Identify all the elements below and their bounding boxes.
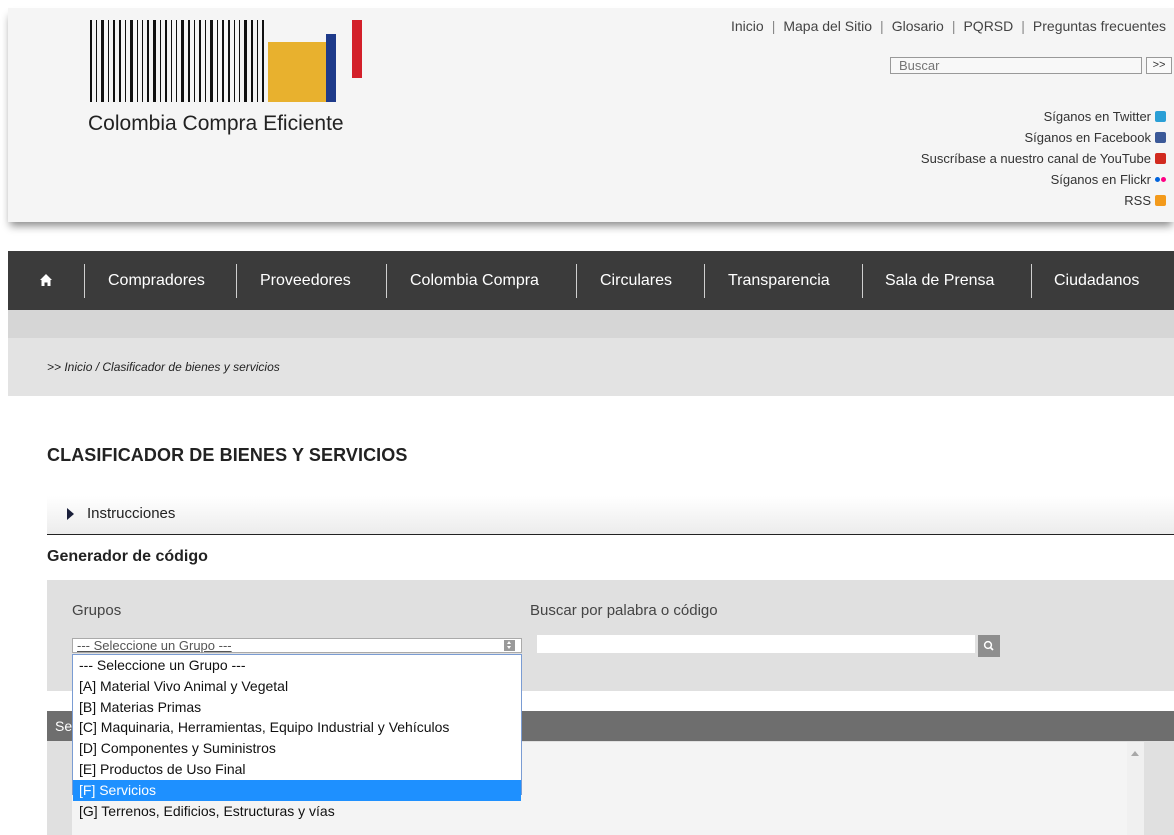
- nav-separator: [1031, 264, 1032, 298]
- logo-barcode: [90, 20, 362, 102]
- instructions-toggle[interactable]: Instrucciones: [47, 496, 1174, 535]
- group-option[interactable]: [A] Material Vivo Animal y Vegetal: [73, 676, 521, 697]
- nav-item-transparencia[interactable]: Transparencia: [728, 251, 830, 310]
- top-link-preguntas[interactable]: Preguntas frecuentes: [1033, 18, 1166, 34]
- breadcrumb-bar: >> Inicio / Clasificador de bienes y ser…: [8, 338, 1174, 396]
- nav-separator: [862, 264, 863, 298]
- group-option[interactable]: [G] Terrenos, Edificios, Estructuras y v…: [73, 801, 521, 822]
- social-rss-label: RSS: [1124, 193, 1151, 208]
- search-input[interactable]: [890, 57, 1142, 74]
- separator: |: [880, 18, 884, 34]
- breadcrumb[interactable]: >> Inicio / Clasificador de bienes y ser…: [47, 360, 280, 374]
- keyword-search-button[interactable]: [978, 635, 1000, 657]
- site-header: Colombia Compra Eficiente Inicio | Mapa de…: [8, 8, 1174, 222]
- group-option[interactable]: [E] Productos de Uso Final: [73, 759, 521, 780]
- select-arrows-icon: [504, 640, 515, 651]
- social-youtube[interactable]: Suscríbase a nuestro canal de YouTube: [921, 148, 1166, 169]
- group-dropdown-list: --- Seleccione un Grupo --- [A] Material…: [72, 654, 522, 819]
- separator: |: [771, 18, 776, 34]
- divider-band: [8, 310, 1174, 338]
- nav-item-compradores[interactable]: Compradores: [108, 251, 205, 310]
- nav-item-proveedores[interactable]: Proveedores: [260, 251, 351, 310]
- facebook-icon: [1155, 132, 1166, 143]
- group-select[interactable]: --- Seleccione un Grupo ---: [72, 638, 522, 653]
- separator: |: [1021, 18, 1025, 34]
- nav-separator: [386, 264, 387, 298]
- home-icon[interactable]: [39, 273, 53, 287]
- social-youtube-label: Suscríbase a nuestro canal de YouTube: [920, 151, 1151, 166]
- results-header-text: Se: [55, 718, 73, 734]
- search-icon: [983, 640, 994, 651]
- social-facebook[interactable]: Síganos en Facebook: [921, 127, 1166, 148]
- page-title: CLASIFICADOR DE BIENES Y SERVICIOS: [47, 445, 408, 465]
- group-option[interactable]: [B] Materias Primas: [73, 697, 521, 718]
- group-option[interactable]: --- Seleccione un Grupo ---: [73, 655, 521, 676]
- nav-item-ciudadanos[interactable]: Ciudadanos: [1054, 251, 1139, 310]
- top-link-glosario[interactable]: Glosario: [892, 18, 944, 34]
- site-search: >>: [890, 57, 1172, 75]
- logo[interactable]: Colombia Compra Eficiente: [88, 20, 388, 135]
- group-option[interactable]: [C] Maquinaria, Herramientas, Equipo Ind…: [73, 717, 521, 738]
- logo-text: Colombia Compra Eficiente: [88, 112, 344, 135]
- nav-separator: [576, 264, 577, 298]
- page: Colombia Compra Eficiente Inicio | Mapa de…: [8, 0, 1174, 835]
- youtube-icon: [1155, 153, 1166, 164]
- social-facebook-label: Síganos en Facebook: [1024, 130, 1151, 145]
- social-flickr-label: Síganos en Flickr: [1050, 172, 1151, 187]
- group-select-value: --- Seleccione un Grupo ---: [77, 638, 232, 653]
- search-button[interactable]: >>: [1146, 57, 1172, 74]
- nav-separator: [84, 264, 85, 298]
- groups-label: Grupos: [72, 602, 122, 619]
- caret-right-icon: [67, 508, 74, 520]
- keyword-search-input[interactable]: [537, 635, 975, 653]
- instructions-label: Instrucciones: [87, 505, 176, 522]
- nav-separator: [704, 264, 705, 298]
- nav-separator: [236, 264, 237, 298]
- group-option-highlighted[interactable]: [F] Servicios: [73, 779, 521, 801]
- nav-item-colombia-compra[interactable]: Colombia Compra: [410, 251, 539, 310]
- social-rss[interactable]: RSS: [921, 190, 1166, 211]
- nav-item-sala-de-prensa[interactable]: Sala de Prensa: [885, 251, 994, 310]
- twitter-icon: [1155, 111, 1166, 122]
- flickr-icon: [1155, 174, 1166, 185]
- top-link-inicio[interactable]: Inicio: [731, 18, 764, 34]
- social-flickr[interactable]: Síganos en Flickr: [921, 169, 1166, 190]
- separator: |: [951, 18, 956, 34]
- social-links: Síganos en Twitter Síganos en Facebook S…: [921, 106, 1166, 211]
- rss-icon: [1155, 195, 1166, 206]
- top-link-mapa[interactable]: Mapa del Sitio: [783, 18, 872, 34]
- generator-title: Generador de código: [47, 548, 208, 565]
- group-option[interactable]: [D] Componentes y Suministros: [73, 738, 521, 759]
- social-twitter[interactable]: Síganos en Twitter: [921, 106, 1166, 127]
- main-nav: Compradores Proveedores Colombia Compra …: [8, 251, 1174, 310]
- top-link-pqrsd[interactable]: PQRSD: [963, 18, 1013, 34]
- scroll-up-arrow-icon[interactable]: [1131, 751, 1139, 756]
- nav-item-circulares[interactable]: Circulares: [600, 251, 672, 310]
- results-scrollbar[interactable]: [1127, 742, 1144, 835]
- keyword-search-label: Buscar por palabra o código: [530, 602, 718, 619]
- social-twitter-label: Síganos en Twitter: [1043, 109, 1151, 124]
- top-links: Inicio | Mapa del Sitio | Glosario | PQRSD | Pre…: [731, 18, 1166, 34]
